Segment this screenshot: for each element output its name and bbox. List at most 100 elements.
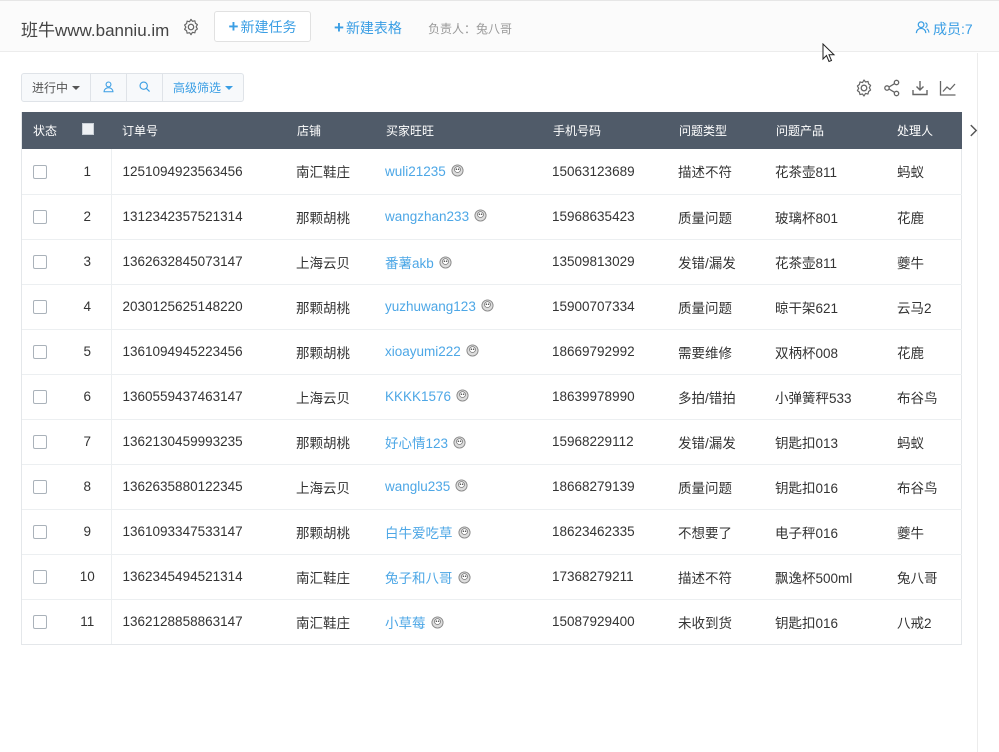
buyer-link[interactable]: 兔子和八哥 bbox=[385, 571, 453, 586]
wangwang-icon[interactable] bbox=[453, 435, 466, 449]
row-checkbox[interactable] bbox=[33, 615, 47, 630]
new-table-label: 新建表格 bbox=[345, 20, 402, 36]
table-row[interactable]: 5 1361094945223456 那颗胡桃 xioayumi222 18669792… bbox=[22, 329, 962, 374]
row-index: 7 bbox=[64, 419, 112, 464]
row-index: 2 bbox=[64, 194, 112, 239]
row-checkbox[interactable] bbox=[33, 480, 47, 495]
wangwang-icon[interactable] bbox=[455, 479, 468, 492]
buyer-link[interactable]: wangzhan233 bbox=[385, 209, 469, 224]
column-header-order[interactable]: 订单号 bbox=[111, 112, 296, 149]
phone-cell: 15087929400 bbox=[552, 614, 635, 630]
column-header-status[interactable]: 状态 bbox=[22, 112, 64, 149]
column-header-buyer[interactable]: 买家旺旺 bbox=[385, 112, 552, 149]
wangwang-icon[interactable] bbox=[481, 299, 494, 312]
row-checkbox[interactable] bbox=[33, 164, 47, 179]
download-icon bbox=[912, 81, 928, 96]
row-checkbox[interactable] bbox=[33, 255, 47, 270]
new-task-button[interactable]: + 新建任务 bbox=[214, 11, 311, 42]
row-checkbox[interactable] bbox=[33, 345, 47, 360]
table-row[interactable]: 4 2030125625148220 那颗胡桃 yuzhuwang123 1590070… bbox=[22, 284, 962, 329]
buyer-link[interactable]: KKKK1576 bbox=[385, 389, 451, 404]
row-checkbox[interactable] bbox=[33, 525, 47, 540]
buyer-cell: KKKK1576 bbox=[385, 374, 552, 419]
row-checkbox[interactable] bbox=[33, 390, 47, 405]
column-header-handler[interactable]: 处理人 bbox=[897, 112, 962, 149]
table-row[interactable]: 7 1362130459993235 那颗胡桃 好心情123 15968229112 发错… bbox=[22, 419, 962, 464]
buyer-link[interactable]: 好心情123 bbox=[385, 436, 448, 451]
column-header-shop[interactable]: 店铺 bbox=[296, 112, 385, 149]
buyer-cell: 好心情123 bbox=[385, 419, 552, 464]
phone-cell: 18669792992 bbox=[552, 344, 635, 359]
row-checkbox-cell bbox=[22, 149, 64, 194]
user-filter-button[interactable] bbox=[91, 74, 127, 101]
wangwang-icon[interactable] bbox=[430, 616, 444, 629]
wangwang-icon[interactable] bbox=[439, 255, 452, 269]
table-row[interactable]: 9 1361093347533147 那颗胡桃 白牛爱吃草 18623462335 不想要… bbox=[22, 509, 962, 554]
status-filter-dropdown[interactable]: 进行中 bbox=[22, 74, 91, 101]
column-header-select-all[interactable] bbox=[64, 112, 111, 149]
buyer-link[interactable]: xioayumi222 bbox=[385, 344, 461, 359]
column-header-issue-type[interactable]: 问题类型 bbox=[678, 112, 775, 149]
table-row[interactable]: 10 1362345494521314 南汇鞋庄 兔子和八哥 17368279211 描述… bbox=[22, 554, 962, 599]
table-row[interactable]: 11 1362128858863147 南汇鞋庄 小草莓 15087929400 未收到货… bbox=[22, 599, 962, 644]
shop-cell: 那颗胡桃 bbox=[296, 210, 350, 226]
issue-type-cell: 多拍/错拍 bbox=[678, 390, 736, 406]
table-row[interactable]: 6 1360559437463147 上海云贝 KKKK1576 18639978990… bbox=[22, 374, 962, 419]
column-header-product[interactable]: 问题产品 bbox=[775, 112, 897, 149]
buyer-cell: 兔子和八哥 bbox=[385, 554, 552, 599]
shop-cell: 南汇鞋庄 bbox=[296, 570, 350, 586]
product-cell: 玻璃杯801 bbox=[775, 210, 839, 226]
wangwang-icon[interactable] bbox=[457, 570, 471, 584]
order-number-cell: 1362345494521314 bbox=[122, 569, 243, 584]
table-row[interactable]: 2 1312342357521314 那颗胡桃 wangzhan233 15968635… bbox=[22, 194, 962, 239]
shop-cell: 那颗胡桃 bbox=[296, 525, 350, 541]
product-cell: 飘逸杯500ml bbox=[775, 570, 853, 586]
buyer-link[interactable]: wuli21235 bbox=[385, 164, 446, 179]
buyer-link[interactable]: 番薯akb bbox=[385, 256, 434, 271]
buyer-link[interactable]: 小草莓 bbox=[385, 616, 426, 631]
plus-icon: + bbox=[228, 16, 239, 36]
table-settings-button[interactable] bbox=[854, 78, 874, 98]
handler-cell: 花鹿 bbox=[897, 345, 924, 361]
members-button[interactable]: 成员:7 bbox=[915, 19, 973, 39]
table-row[interactable]: 3 1362632845073147 上海云贝 番薯akb 13509813029 发错/… bbox=[22, 239, 962, 284]
advanced-filter-dropdown[interactable]: 高级筛选 bbox=[163, 74, 243, 101]
column-header-phone[interactable]: 手机号码 bbox=[552, 112, 678, 149]
buyer-cell: 番薯akb bbox=[385, 239, 552, 284]
row-checkbox-cell bbox=[22, 554, 64, 599]
table-row[interactable]: 1 1251094923563456 南汇鞋庄 wuli21235 1506312368… bbox=[22, 149, 962, 194]
select-all-checkbox[interactable] bbox=[81, 123, 94, 135]
row-index: 8 bbox=[64, 464, 112, 509]
row-checkbox[interactable] bbox=[33, 210, 47, 225]
caret-down-icon bbox=[225, 85, 233, 90]
buyer-link[interactable]: 白牛爱吃草 bbox=[385, 526, 453, 541]
product-cell: 钥匙扣016 bbox=[775, 480, 839, 496]
issue-type-cell: 描述不符 bbox=[678, 570, 732, 586]
share-button[interactable] bbox=[882, 78, 902, 98]
row-checkbox[interactable] bbox=[33, 300, 47, 315]
wangwang-icon[interactable] bbox=[474, 209, 487, 222]
table-row[interactable]: 8 1362635880122345 上海云贝 wanglu235 1866827913… bbox=[22, 464, 962, 509]
wangwang-icon[interactable] bbox=[466, 344, 479, 357]
issue-type-cell: 发错/漏发 bbox=[678, 435, 736, 451]
phone-cell: 15968635423 bbox=[552, 209, 635, 224]
shop-cell: 那颗胡桃 bbox=[296, 300, 350, 316]
chart-button[interactable] bbox=[938, 78, 958, 98]
gear-icon[interactable] bbox=[182, 18, 200, 36]
new-table-button[interactable]: + 新建表格 bbox=[334, 18, 402, 38]
phone-cell: 15900707334 bbox=[552, 299, 635, 314]
wangwang-icon[interactable] bbox=[451, 164, 464, 177]
row-checkbox[interactable] bbox=[33, 435, 47, 450]
download-button[interactable] bbox=[910, 78, 930, 98]
scroll-right-button[interactable] bbox=[962, 112, 984, 149]
buyer-link[interactable]: yuzhuwang123 bbox=[385, 299, 476, 314]
phone-cell: 15968229112 bbox=[552, 434, 634, 449]
issue-type-cell: 未收到货 bbox=[678, 615, 732, 631]
wangwang-icon[interactable] bbox=[456, 389, 469, 402]
wangwang-icon[interactable] bbox=[457, 525, 471, 539]
row-index: 11 bbox=[64, 599, 112, 644]
owner-text: 负责人：兔八哥 bbox=[428, 22, 513, 36]
row-checkbox[interactable] bbox=[33, 570, 47, 585]
buyer-link[interactable]: wanglu235 bbox=[385, 479, 450, 494]
search-button[interactable] bbox=[127, 74, 163, 101]
